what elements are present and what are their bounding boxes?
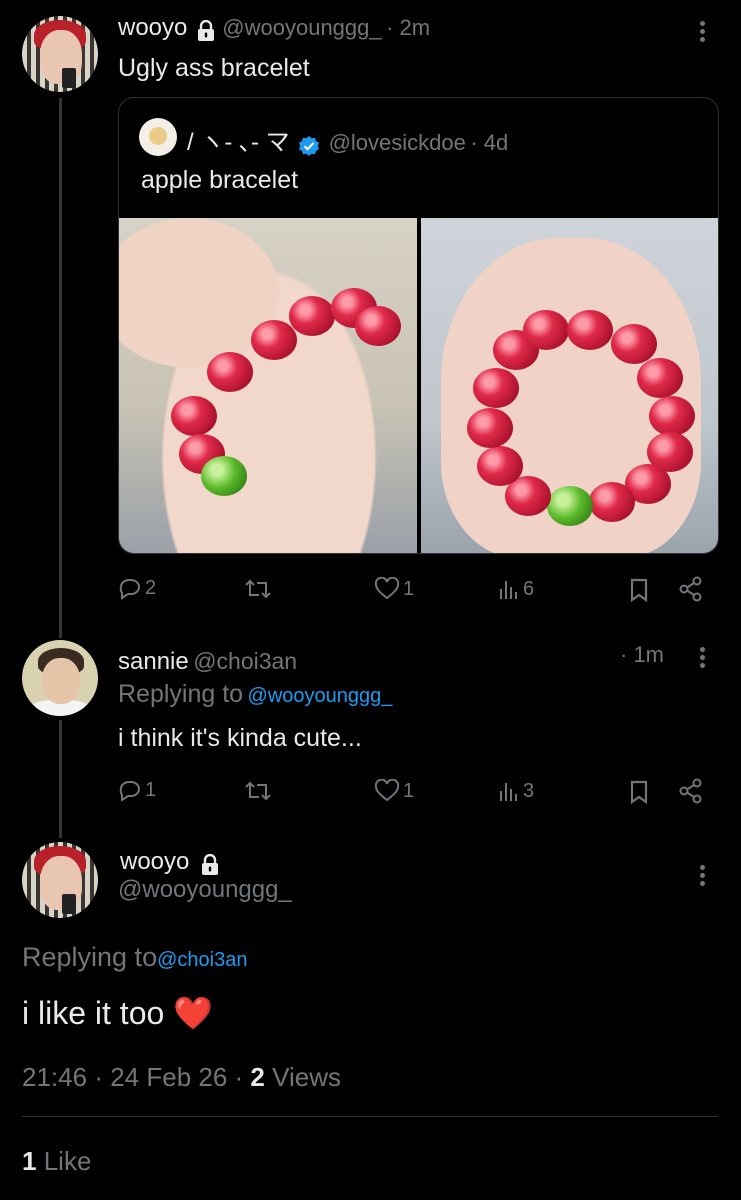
lock-icon bbox=[201, 853, 218, 875]
avatar[interactable] bbox=[22, 640, 98, 716]
views-label: Views bbox=[272, 1062, 342, 1092]
bookmark-button[interactable] bbox=[628, 578, 650, 602]
likes-count: 1 bbox=[22, 1146, 37, 1176]
more-icon[interactable] bbox=[700, 862, 708, 889]
tweet-date: 24 Feb 26 bbox=[110, 1062, 228, 1092]
more-icon[interactable] bbox=[700, 18, 708, 45]
quoted-tweet[interactable]: / ヽ- ､- マ @lovesickdoe · 4d apple bracel… bbox=[118, 97, 719, 554]
share-icon bbox=[679, 778, 702, 804]
reply-count: 1 bbox=[145, 778, 157, 801]
bookmark-icon bbox=[630, 578, 648, 602]
bookmark-button[interactable] bbox=[628, 780, 650, 804]
user-handle[interactable]: @wooyounggg_ bbox=[222, 15, 381, 40]
tweet-meta: 21:46 · 24 Feb 26 · 2 Views bbox=[22, 1062, 342, 1092]
quote-time: · 4d bbox=[470, 130, 509, 155]
user-handle[interactable]: @wooyounggg_ bbox=[118, 876, 292, 904]
user-name[interactable]: wooyo bbox=[118, 14, 187, 41]
views-count: 3 bbox=[523, 779, 535, 802]
retweet-icon bbox=[245, 579, 271, 599]
quote-user-handle: @lovesickdoe bbox=[328, 130, 466, 155]
heart-emoji: ❤️ bbox=[173, 995, 214, 1031]
bracelet-photo-right[interactable] bbox=[421, 218, 718, 553]
user-name[interactable]: sannie bbox=[118, 648, 189, 675]
tweet-header: sannie @choi3an bbox=[118, 648, 297, 676]
tweet-header: wooyo @wooyounggg_ · 2m bbox=[118, 14, 430, 42]
heart-icon bbox=[374, 779, 400, 802]
divider bbox=[22, 1116, 718, 1117]
replying-prefix: Replying to bbox=[118, 680, 244, 708]
views-button[interactable]: 3 bbox=[498, 779, 534, 803]
reply-button[interactable]: 1 bbox=[118, 778, 156, 802]
likes-label: Like bbox=[43, 1146, 92, 1176]
like-button[interactable]: 1 bbox=[374, 779, 414, 803]
heart-icon bbox=[374, 577, 400, 600]
retweet-button[interactable] bbox=[244, 577, 272, 601]
like-count: 1 bbox=[403, 779, 415, 802]
views-count: 2 bbox=[250, 1062, 265, 1092]
replying-to: Replying to @wooyounggg_ bbox=[118, 680, 392, 709]
lock-icon bbox=[197, 19, 214, 41]
share-icon bbox=[679, 576, 702, 602]
tweet-text: Ugly ass bracelet bbox=[118, 54, 310, 82]
avatar[interactable] bbox=[22, 16, 98, 92]
tweet-time: · 1m bbox=[620, 642, 664, 667]
bookmark-icon bbox=[630, 780, 648, 804]
reply-count: 2 bbox=[145, 576, 157, 599]
more-icon[interactable] bbox=[700, 644, 708, 671]
thread-line bbox=[59, 98, 62, 638]
views-button[interactable]: 6 bbox=[498, 577, 534, 601]
views-icon bbox=[500, 581, 517, 599]
bracelet-photo-left[interactable] bbox=[119, 218, 417, 553]
user-handle[interactable]: @choi3an bbox=[193, 648, 297, 674]
quote-user-name: / ヽ- ､- マ bbox=[187, 129, 290, 156]
retweet-button[interactable] bbox=[244, 779, 272, 803]
user-name-row: wooyo bbox=[120, 848, 220, 876]
quote-avatar[interactable] bbox=[139, 118, 177, 156]
quote-header: / ヽ- ､- マ @lovesickdoe · 4d bbox=[187, 122, 508, 157]
tweet-time: · 2m bbox=[386, 15, 431, 40]
likes-summary[interactable]: 1 Like bbox=[22, 1146, 91, 1177]
replying-prefix: Replying to bbox=[22, 942, 158, 972]
replying-to: Replying to@choi3an bbox=[22, 942, 247, 973]
share-button[interactable] bbox=[678, 778, 704, 804]
views-count: 6 bbox=[523, 577, 535, 600]
like-count: 1 bbox=[403, 577, 415, 600]
tweet-text: i like it too ❤️ bbox=[22, 994, 213, 1032]
views-icon bbox=[500, 783, 517, 801]
avatar[interactable] bbox=[22, 842, 98, 918]
tweet-text: i think it's kinda cute... bbox=[118, 724, 362, 752]
tweet-text-content: i like it too bbox=[22, 995, 165, 1031]
verified-icon bbox=[299, 135, 320, 156]
reply-icon bbox=[119, 579, 140, 600]
tweet-time: 21:46 bbox=[22, 1062, 88, 1092]
user-name[interactable]: wooyo bbox=[120, 848, 189, 875]
replying-handle[interactable]: @choi3an bbox=[157, 949, 247, 971]
replying-handle[interactable]: @wooyounggg_ bbox=[248, 685, 393, 707]
like-button[interactable]: 1 bbox=[374, 577, 414, 601]
retweet-icon bbox=[245, 781, 271, 801]
share-button[interactable] bbox=[678, 576, 704, 602]
reply-button[interactable]: 2 bbox=[118, 576, 156, 600]
reply-icon bbox=[119, 781, 140, 802]
quote-text: apple bracelet bbox=[141, 166, 299, 194]
thread-line bbox=[59, 720, 62, 838]
